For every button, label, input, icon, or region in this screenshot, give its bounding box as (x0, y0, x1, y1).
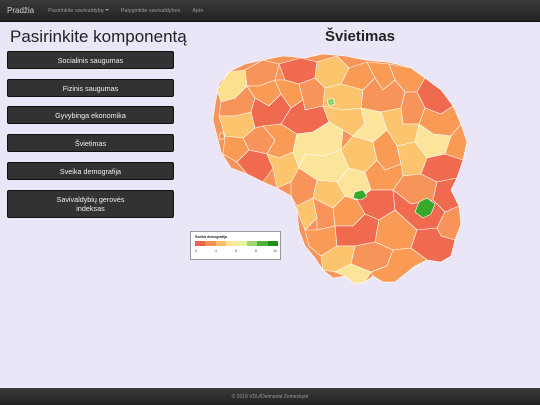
legend-swatch (215, 241, 227, 246)
btn-gerovės-indeksas[interactable]: Savivaldybių gerovės indeksas (7, 190, 174, 218)
btn-svietimas[interactable]: Švietimas (7, 134, 174, 152)
nav-select-municipality[interactable]: Pasirinkite savivaldybę (42, 8, 115, 14)
legend-swatch (267, 241, 278, 246)
map-legend: Sveika demografija 0 4 6 8 10 (190, 231, 281, 260)
btn-socialinis-saugumas[interactable]: Socialinis saugumas (7, 51, 174, 69)
btn-sveika-demografija[interactable]: Sveika demografija (7, 162, 174, 180)
legend-title: Sveika demografija (195, 235, 227, 239)
legend-swatch (226, 241, 237, 246)
btn-gerovės-indeksas-line2: indeksas (76, 204, 105, 213)
top-navbar: Pradžia Pasirinkite savivaldybę Palygink… (0, 0, 540, 22)
nav-brand-home[interactable]: Pradžia (0, 6, 42, 15)
footer-copyright: © 2019 VDU/Deimantė Zemeckytė (231, 393, 309, 400)
legend-swatch (246, 241, 258, 246)
legend-color-scale (195, 241, 278, 246)
legend-tick-label: 10 (273, 249, 277, 253)
legend-tick-label: 0 (195, 249, 197, 253)
nav-about[interactable]: Apie (186, 8, 209, 14)
btn-gyvybinga-ekonomika[interactable]: Gyvybinga ekonomika (7, 106, 174, 124)
legend-tick-label: 8 (255, 249, 257, 253)
legend-swatch (195, 241, 206, 246)
legend-swatch (257, 241, 268, 246)
nav-select-municipality-label: Pasirinkite savivaldybę (48, 7, 104, 14)
btn-fizinis-saugumas[interactable]: Fizinis saugumas (7, 79, 174, 97)
page-footer: © 2019 VDU/Deimantė Zemeckytė (0, 388, 540, 405)
map-title: Švietimas (324, 28, 396, 45)
legend-swatch (236, 241, 247, 246)
component-panel-title: Pasirinkite komponentą (10, 27, 187, 46)
legend-tick-label: 4 (215, 249, 217, 253)
legend-swatch (205, 241, 216, 246)
btn-gerovės-indeksas-line1: Savivaldybių gerovės (56, 195, 125, 204)
nav-compare-municipalities[interactable]: Palyginkite savivaldybes (115, 8, 187, 14)
caret-down-icon (104, 9, 109, 12)
legend-tick-label: 6 (235, 249, 237, 253)
